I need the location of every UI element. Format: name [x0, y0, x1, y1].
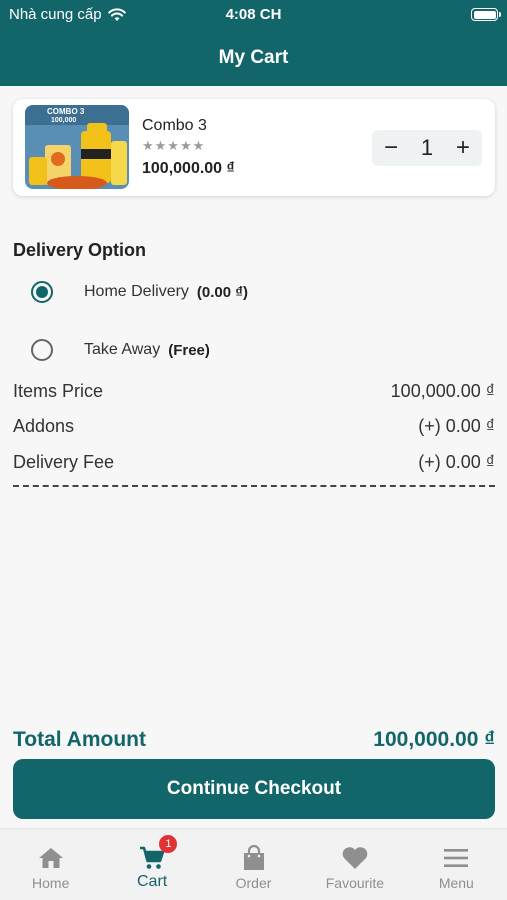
svg-text:COMBO 3: COMBO 3: [47, 107, 85, 116]
continue-checkout-label: Continue Checkout: [166, 778, 342, 799]
nav-item-cart[interactable]: 1 Cart: [101, 829, 202, 900]
addons-label: Addons: [13, 416, 75, 436]
shopping-bag-icon: [242, 845, 266, 871]
bottom-navigation: Home 1 Cart Order Favourite Menu: [0, 828, 507, 900]
cart-item-card[interactable]: COMBO 3 100,000 Combo 3 ★★★★★ 100,000.00…: [13, 99, 495, 196]
product-price: 100,000.00 ₫: [142, 160, 235, 177]
battery-icon: [471, 8, 501, 21]
nav-item-favourite[interactable]: Favourite: [304, 829, 405, 900]
option-fee: (Free): [168, 341, 210, 359]
nav-label-cart: Cart: [136, 873, 168, 890]
status-bar: Nhà cung cấp 4:08 CH: [0, 0, 507, 30]
nav-item-order[interactable]: Order: [203, 829, 304, 900]
nav-item-home[interactable]: Home: [0, 829, 101, 900]
nav-label-home: Home: [32, 875, 70, 891]
delivery-fee-label: Delivery Fee: [13, 452, 115, 472]
product-image: COMBO 3 100,000: [25, 105, 129, 189]
items-price-value: 100,000.00 ₫: [390, 381, 495, 401]
radio-home-delivery[interactable]: [31, 281, 53, 303]
nav-label-favourite: Favourite: [325, 875, 385, 891]
quantity-stepper: − 1 +: [372, 130, 482, 166]
total-amount-row: Total Amount 100,000.00 ₫: [13, 728, 495, 752]
addons-row: Addons (+) 0.00 ₫: [13, 416, 495, 437]
increase-quantity-button[interactable]: +: [456, 136, 470, 160]
items-price-row: Items Price 100,000.00 ₫: [13, 381, 495, 402]
app-bar: My Cart: [0, 30, 507, 86]
home-icon: [38, 845, 64, 871]
nav-label-menu: Menu: [438, 875, 474, 891]
delivery-option-home[interactable]: Home Delivery (0.00 ₫): [31, 281, 248, 303]
option-label: Home Delivery: [84, 283, 189, 300]
total-amount-value: 100,000.00 ₫: [373, 728, 495, 751]
addons-value: (+) 0.00 ₫: [418, 416, 495, 436]
option-fee: (0.00 ₫): [196, 283, 248, 301]
option-label: Take Away: [84, 341, 161, 358]
svg-text:100,000: 100,000: [51, 117, 76, 124]
menu-icon: [443, 845, 469, 871]
nav-item-menu[interactable]: Menu: [406, 829, 507, 900]
dashed-divider: [13, 485, 495, 487]
continue-checkout-button[interactable]: Continue Checkout: [13, 759, 495, 819]
rating-stars: ★★★★★: [142, 138, 206, 153]
delivery-option-takeaway[interactable]: Take Away (Free): [31, 339, 210, 361]
total-amount-label: Total Amount: [13, 728, 146, 751]
delivery-fee-value: (+) 0.00 ₫: [418, 452, 495, 472]
items-price-label: Items Price: [13, 381, 104, 401]
quantity-value: 1: [420, 135, 434, 160]
nav-label-order: Order: [235, 875, 272, 891]
page-title: My Cart: [218, 47, 289, 68]
radio-take-away[interactable]: [31, 339, 53, 361]
status-time: 4:08 CH: [225, 6, 282, 23]
product-name: Combo 3: [142, 117, 207, 134]
delivery-option-title: Delivery Option: [13, 240, 147, 260]
delivery-fee-row: Delivery Fee (+) 0.00 ₫: [13, 452, 495, 473]
decrease-quantity-button[interactable]: −: [384, 136, 398, 160]
heart-icon: [341, 845, 369, 871]
cart-badge: 1: [159, 835, 178, 853]
